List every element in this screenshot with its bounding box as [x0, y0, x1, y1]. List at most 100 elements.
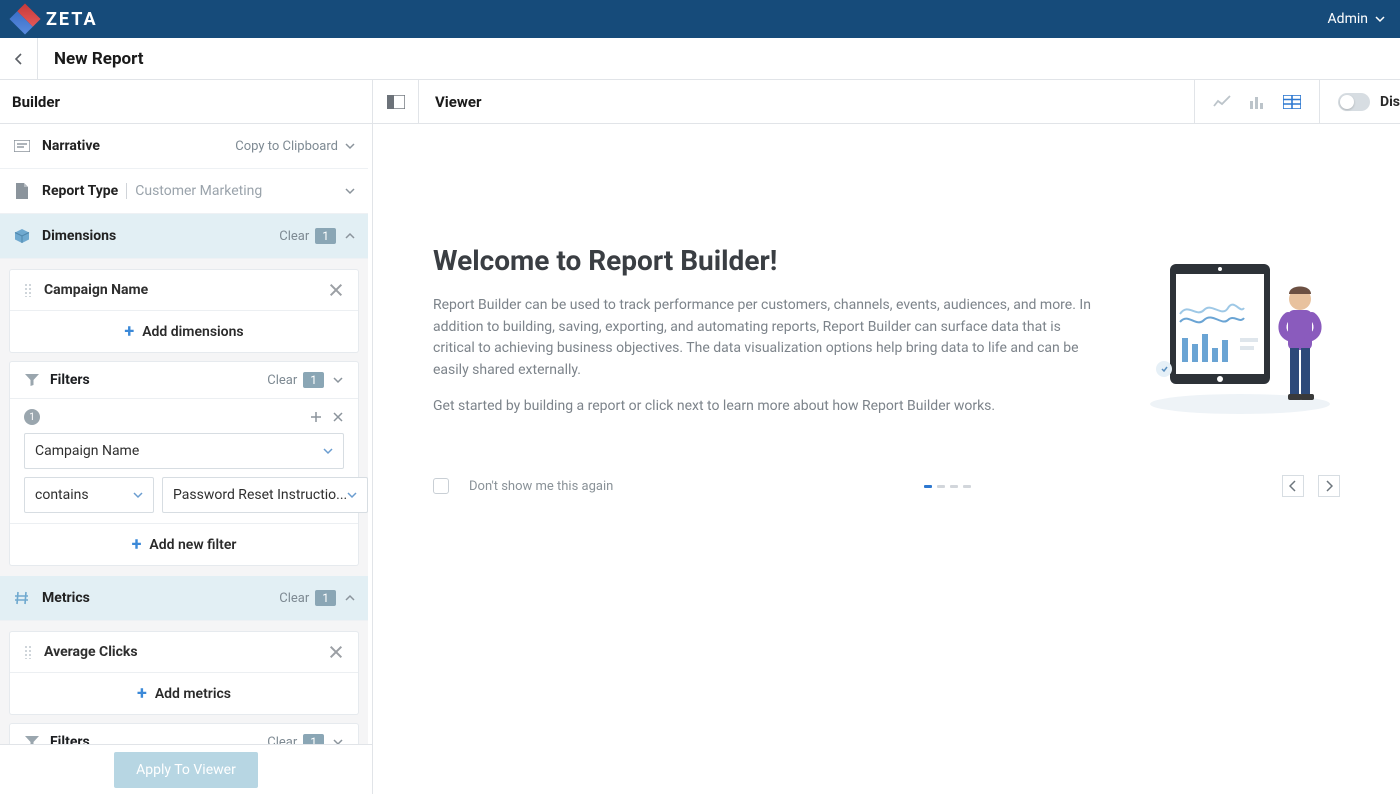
metric-name: Average Clicks [44, 644, 328, 660]
document-icon [12, 181, 32, 201]
chevron-up-icon[interactable] [344, 592, 356, 604]
add-filter-label: Add new filter [149, 537, 236, 553]
dont-show-checkbox[interactable] [433, 478, 449, 494]
met-filters-header[interactable]: Filters Clear 1 [10, 724, 358, 744]
table-icon[interactable] [1283, 95, 1301, 109]
add-filter-button[interactable]: + Add new filter [10, 523, 358, 565]
drag-handle-icon[interactable] [24, 283, 32, 297]
sidebar-scroll[interactable]: Narrative Copy to Clipboard Report Type … [0, 124, 372, 744]
pager-dot[interactable] [924, 485, 932, 488]
chevron-down-icon[interactable] [332, 374, 344, 386]
pager-prev-button[interactable] [1282, 475, 1304, 497]
dimension-name: Campaign Name [44, 282, 328, 298]
welcome-paragraph-1: Report Builder can be used to track perf… [433, 295, 1100, 382]
dim-filters-card: Filters Clear 1 1 Campaign Na [10, 362, 358, 565]
metrics-label: Metrics [42, 590, 90, 606]
close-icon[interactable] [332, 411, 344, 423]
brand[interactable]: ZETA [14, 8, 98, 30]
back-button[interactable] [0, 38, 38, 79]
brand-logo-icon [9, 3, 40, 34]
chevron-down-icon [323, 446, 333, 456]
narrative-label: Narrative [42, 138, 100, 154]
title-bar: New Report [0, 38, 1400, 80]
met-filters-label: Filters [50, 734, 267, 744]
cube-icon [12, 226, 32, 246]
filter-field-select[interactable]: Campaign Name [24, 433, 344, 469]
copy-clipboard-link[interactable]: Copy to Clipboard [235, 139, 338, 154]
welcome-paragraph-2: Get started by building a report or clic… [433, 396, 1100, 418]
welcome-heading: Welcome to Report Builder! [433, 244, 1100, 277]
user-menu[interactable]: Admin [1328, 11, 1386, 27]
narrative-section[interactable]: Narrative Copy to Clipboard [0, 124, 368, 169]
filter-operator-value: contains [35, 487, 133, 503]
report-type-section[interactable]: Report Type Customer Marketing [0, 169, 368, 214]
dimension-item[interactable]: Campaign Name [10, 270, 358, 310]
dim-filters-label: Filters [50, 372, 267, 388]
collapse-panel-button[interactable] [373, 80, 419, 123]
dimensions-card: Campaign Name + Add dimensions [10, 270, 358, 352]
report-type-value: Customer Marketing [126, 183, 262, 199]
plus-icon[interactable] [310, 411, 322, 423]
metric-item[interactable]: Average Clicks [10, 632, 358, 672]
close-icon[interactable] [328, 282, 344, 298]
add-dimensions-button[interactable]: + Add dimensions [10, 310, 358, 352]
add-metrics-button[interactable]: + Add metrics [10, 672, 358, 714]
top-bar: ZETA Admin [0, 0, 1400, 38]
line-chart-icon[interactable] [1213, 95, 1231, 109]
plus-icon: + [137, 683, 147, 704]
add-dimensions-label: Add dimensions [142, 324, 243, 340]
filter-rule-row: 1 [24, 409, 344, 425]
welcome-illustration [1140, 244, 1340, 431]
welcome-card: Welcome to Report Builder! Report Builde… [433, 244, 1340, 431]
chevron-down-icon[interactable] [344, 140, 356, 152]
chevron-left-icon [14, 52, 24, 66]
met-filters-clear[interactable]: Clear [267, 735, 297, 745]
metrics-card: Average Clicks + Add metrics [10, 632, 358, 714]
apply-to-viewer-button[interactable]: Apply To Viewer [114, 752, 258, 788]
pager-dot[interactable] [950, 485, 958, 488]
bar-chart-icon[interactable] [1249, 95, 1265, 109]
chevron-down-icon [347, 490, 357, 500]
chevron-down-icon [133, 490, 143, 500]
drag-handle-icon[interactable] [24, 645, 32, 659]
viewer-title: Viewer [435, 93, 1194, 111]
dont-show-label: Don't show me this again [469, 479, 613, 494]
metrics-section[interactable]: Metrics Clear 1 [0, 576, 368, 621]
narrative-icon [12, 136, 32, 156]
sidebar-footer: Apply To Viewer [0, 744, 372, 794]
pager-dots [924, 485, 971, 488]
page-title: New Report [54, 49, 144, 69]
brand-name: ZETA [46, 9, 98, 30]
filter-value-text: Password Reset Instructio... [173, 487, 347, 503]
chevron-down-icon[interactable] [344, 185, 356, 197]
view-type-switcher [1194, 80, 1319, 123]
chevron-up-icon[interactable] [344, 230, 356, 242]
dimensions-label: Dimensions [42, 228, 116, 244]
sidebar-header: Builder [0, 80, 372, 124]
viewer-header: Viewer Dis [373, 80, 1400, 124]
plus-icon: + [124, 321, 134, 342]
met-filters-count: 1 [303, 734, 324, 744]
display-toggle[interactable] [1338, 93, 1370, 111]
metrics-clear[interactable]: Clear [279, 591, 309, 606]
dimensions-body: Campaign Name + Add dimensions Filters C… [0, 259, 368, 576]
filter-value-select[interactable]: Password Reset Instructio... [162, 477, 368, 513]
add-metrics-label: Add metrics [155, 686, 231, 702]
pager-next-button[interactable] [1318, 475, 1340, 497]
chevron-down-icon[interactable] [332, 736, 344, 744]
dimensions-clear[interactable]: Clear [279, 229, 309, 244]
dimensions-count: 1 [315, 228, 336, 244]
dim-filters-clear[interactable]: Clear [267, 373, 297, 388]
user-name: Admin [1328, 11, 1368, 27]
display-toggle-zone: Dis [1319, 80, 1400, 123]
filter-index-badge: 1 [24, 409, 40, 425]
plus-icon: + [132, 534, 142, 555]
builder-sidebar: Builder Narrative Copy to Clipboard [0, 80, 373, 794]
dimensions-section[interactable]: Dimensions Clear 1 [0, 214, 368, 259]
pager-dot[interactable] [937, 485, 945, 488]
filter-operator-select[interactable]: contains [24, 477, 154, 513]
close-icon[interactable] [328, 644, 344, 660]
dim-filters-header[interactable]: Filters Clear 1 [10, 362, 358, 399]
pager-dot[interactable] [963, 485, 971, 488]
welcome-pager: Don't show me this again [433, 475, 1340, 497]
